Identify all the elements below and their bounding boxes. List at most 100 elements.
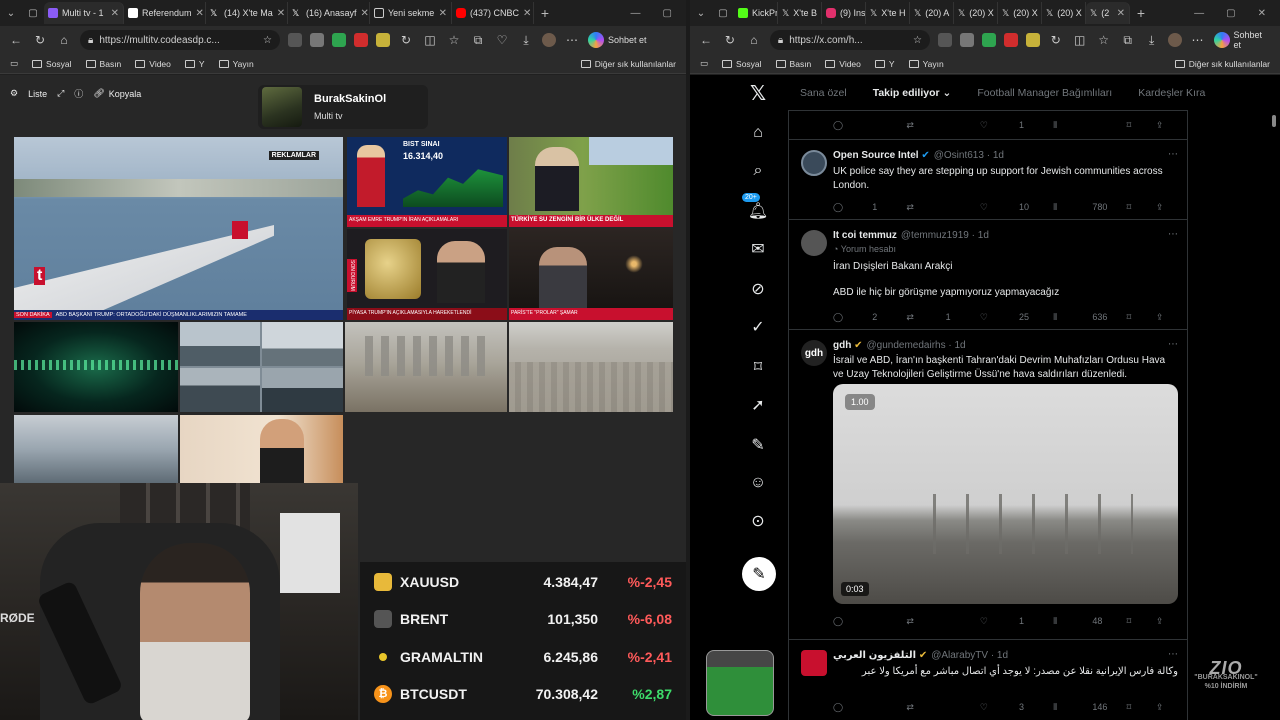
more-options-icon[interactable]: ⋯ bbox=[1168, 229, 1178, 240]
home-icon[interactable]: ⌂ bbox=[748, 123, 768, 143]
tab-actions-icon[interactable]: ⌄ bbox=[690, 2, 712, 24]
bookmark-button[interactable]: ⌑ bbox=[1127, 310, 1156, 324]
more-options-icon[interactable]: ⋯ bbox=[1168, 649, 1178, 660]
close-tab-icon[interactable]: ✕ bbox=[361, 8, 369, 19]
collections-icon[interactable]: ⧉ bbox=[470, 33, 486, 48]
more-icon[interactable]: ⋯ bbox=[1190, 33, 1206, 47]
url-field[interactable]: 🔒︎ https://multitv.codeasdp.c... ☆ bbox=[80, 30, 280, 50]
playback-rate[interactable]: 1.00 bbox=[845, 394, 875, 410]
tweet[interactable]: Open Source Intel ✔ @Osint613 · 1d ⋯ UK p… bbox=[789, 140, 1188, 220]
video-cell-studio[interactable]: SON DURUM PİYASA TRUMP'IN AÇIKLAMASIYLA … bbox=[347, 229, 507, 320]
notifications-icon[interactable]: 🔔︎ 20+ bbox=[742, 193, 768, 221]
video-cell-woman[interactable] bbox=[180, 415, 343, 483]
collections-icon[interactable]: ⧉ bbox=[1120, 33, 1136, 48]
more-options-icon[interactable]: ⋯ bbox=[1168, 339, 1178, 350]
retweet-button[interactable]: ⇄ bbox=[906, 118, 979, 132]
bookmark-folder[interactable]: Yayın bbox=[218, 59, 254, 69]
views-button[interactable]: ⫴ 146 bbox=[1053, 700, 1126, 714]
tab-x-active[interactable]: 𝕏 (2 ✕ bbox=[1086, 2, 1130, 24]
avatar[interactable] bbox=[801, 230, 827, 256]
other-bookmarks[interactable]: Diğer sık kullanılanlar bbox=[580, 59, 676, 69]
tab-instagram[interactable]: (9) Ins bbox=[822, 2, 866, 24]
reply-button[interactable]: ◯ 2 bbox=[833, 310, 906, 324]
favorites-icon[interactable]: ☆ bbox=[1096, 33, 1112, 47]
like-button[interactable]: ♡ 10 bbox=[980, 200, 1053, 214]
maximize-icon[interactable]: ▢ bbox=[1226, 8, 1235, 19]
verified-icon[interactable]: ✓ bbox=[748, 317, 768, 337]
video-cell-airplane[interactable]: REKLAMLAR t SON DAKİKA ABD BAŞKANI TRUMP… bbox=[14, 137, 343, 320]
tab-x[interactable]: 𝕏 (20) A bbox=[910, 2, 954, 24]
reply-button[interactable]: ◯ 1 bbox=[833, 200, 906, 214]
favorites-icon[interactable]: ☆ bbox=[446, 33, 462, 47]
compose-post-icon[interactable]: ✎ bbox=[742, 557, 776, 591]
tab-x-2[interactable]: 𝕏 (16) Anasayf ✕ bbox=[288, 2, 370, 24]
home-icon[interactable]: ⌂ bbox=[746, 33, 762, 47]
tab-list-fm[interactable]: Football Manager Bağımlıları bbox=[977, 87, 1112, 99]
workspaces-icon[interactable]: ▢ bbox=[22, 2, 44, 24]
bookmark-folder[interactable]: Basın bbox=[85, 59, 121, 69]
extension-icon[interactable] bbox=[288, 33, 302, 47]
bookmark-button[interactable]: ⌑ bbox=[1127, 700, 1156, 714]
url-field[interactable]: 🔒︎ https://x.com/h... ☆ bbox=[769, 30, 930, 50]
reply-button[interactable]: ◯ bbox=[833, 700, 906, 714]
video-cell-bist[interactable]: BIST SINAI 16.314,40 AKŞAM EMRE TRUMP'IN… bbox=[347, 137, 507, 227]
close-tab-icon[interactable]: ✕ bbox=[277, 8, 285, 19]
tweet-author[interactable]: It coi temmuz @temmuz1919 · 1d bbox=[833, 230, 989, 241]
bookmark-folder[interactable]: Y bbox=[184, 59, 205, 69]
tab-kick[interactable]: KickPr bbox=[734, 2, 778, 24]
extension-icon[interactable] bbox=[376, 33, 390, 47]
scrollbar-thumb[interactable] bbox=[1272, 115, 1276, 127]
downloads-icon[interactable]: ⤓ bbox=[1144, 33, 1160, 48]
views-button[interactable]: ⫴ 48 bbox=[1053, 614, 1126, 628]
tab-actions-icon[interactable]: ⌄ bbox=[0, 2, 22, 24]
avatar[interactable] bbox=[801, 150, 827, 176]
split-screen-icon[interactable]: ◫ bbox=[422, 33, 438, 47]
bookmarks-toggle-icon[interactable]: ▭ bbox=[10, 58, 18, 69]
list-button[interactable]: Liste bbox=[28, 89, 47, 99]
tweet[interactable]: gdh gdh ✔ @gundemedairhs · 1d ⋯ İsrail ve… bbox=[789, 330, 1188, 640]
search-icon[interactable]: ⌕ bbox=[748, 161, 768, 181]
share-button[interactable]: ⇪ bbox=[1156, 614, 1178, 628]
settings-button[interactable]: ⚙ bbox=[10, 88, 18, 99]
tweet[interactable]: It coi temmuz @temmuz1919 · 1d ◔ Yorum he… bbox=[789, 220, 1188, 330]
copy-button[interactable]: 🔗︎ Kopyala bbox=[93, 88, 141, 99]
like-button[interactable]: ♡ 3 bbox=[980, 700, 1053, 714]
tab-new[interactable]: Yeni sekme ✕ bbox=[370, 2, 452, 24]
bookmark-folder[interactable]: Y bbox=[874, 59, 895, 69]
close-tab-icon[interactable]: ✕ bbox=[439, 8, 447, 19]
more-icon[interactable]: ⋯ bbox=[564, 33, 580, 47]
video-cell-harbor-cams[interactable] bbox=[180, 322, 343, 412]
tab-x[interactable]: 𝕏 (20) X bbox=[954, 2, 998, 24]
tweet-previous[interactable]: ◯ ⇄ ♡ 1 ⫴ ⌑ ⇪ bbox=[789, 111, 1188, 140]
split-screen-icon[interactable]: ◫ bbox=[1072, 33, 1088, 47]
bookmarks-icon[interactable]: ⌑ bbox=[748, 357, 768, 377]
video-cell-night[interactable]: PARİS'TE "PROLAR" ŞAMAR bbox=[509, 229, 673, 320]
close-tab-icon[interactable]: ✕ bbox=[111, 8, 119, 19]
tab-for-you[interactable]: Sana özel bbox=[800, 87, 847, 99]
bookmark-folder[interactable]: Video bbox=[825, 59, 861, 69]
maximize-icon[interactable]: ▢ bbox=[663, 8, 672, 19]
views-button[interactable]: ⫴ 780 bbox=[1053, 200, 1126, 214]
info-button[interactable]: ⓘ bbox=[74, 87, 83, 100]
new-tab-plus-icon[interactable]: + bbox=[1130, 2, 1152, 24]
avatar[interactable] bbox=[801, 650, 827, 676]
video-cell-city[interactable] bbox=[509, 322, 673, 412]
refresh-ext-icon[interactable]: ↻ bbox=[398, 33, 414, 47]
articles-icon[interactable]: ✎ bbox=[748, 435, 768, 455]
extension-icon[interactable] bbox=[332, 33, 346, 47]
reply-button[interactable]: ◯ bbox=[833, 614, 906, 628]
browser-essentials-icon[interactable]: ♡ bbox=[494, 33, 510, 47]
extension-icon[interactable] bbox=[1003, 33, 1018, 47]
tab-x[interactable]: 𝕏 X'te B bbox=[778, 2, 822, 24]
star-icon[interactable]: ☆ bbox=[263, 35, 272, 46]
x-logo-icon[interactable]: 𝕏 bbox=[748, 83, 768, 105]
like-button[interactable]: ♡ 1 bbox=[980, 118, 1053, 132]
extension-icon[interactable] bbox=[959, 33, 974, 47]
close-tab-icon[interactable]: ✕ bbox=[1117, 8, 1125, 19]
home-icon[interactable]: ⌂ bbox=[56, 33, 72, 47]
reload-icon[interactable]: ↻ bbox=[722, 33, 738, 47]
close-tab-icon[interactable]: ✕ bbox=[523, 8, 531, 19]
copilot-button[interactable]: Sohbet et bbox=[1213, 30, 1272, 50]
more-icon[interactable]: ⊙ bbox=[748, 511, 768, 531]
star-icon[interactable]: ☆ bbox=[913, 35, 922, 46]
